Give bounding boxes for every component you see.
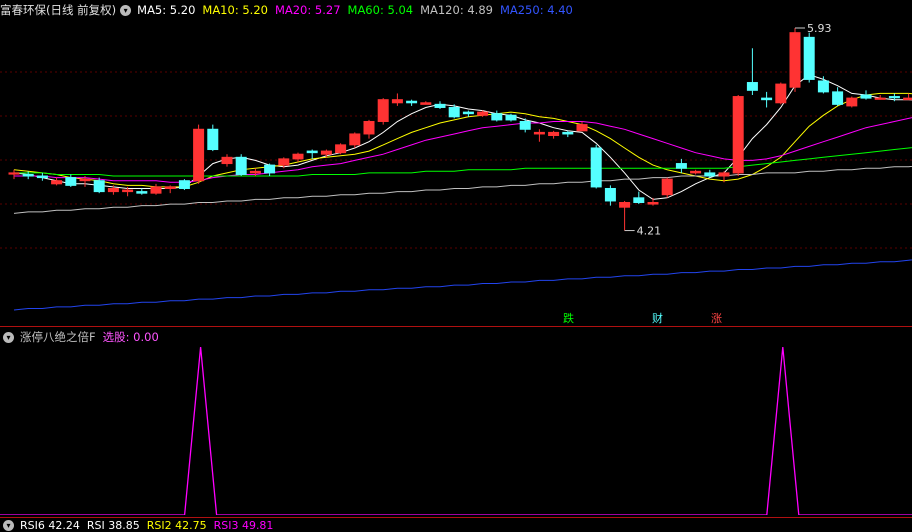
sub-indicator-name: 涨停八绝之倍F: [20, 330, 96, 344]
candle: [817, 76, 829, 94]
low-price-label: 4.21: [637, 225, 662, 238]
candle: [661, 177, 673, 198]
candle: [846, 96, 858, 108]
stock-name: 富春环保: [0, 3, 46, 17]
candle: [221, 154, 233, 167]
candle: [491, 110, 503, 122]
rsi-label: RSI 38.85: [86, 518, 140, 532]
candle: [434, 101, 446, 110]
chevron-down-icon[interactable]: ▾: [3, 331, 14, 343]
candle: [860, 90, 872, 100]
candle: [690, 169, 702, 175]
chevron-down-icon[interactable]: ▾: [120, 4, 132, 16]
candle: [363, 119, 375, 139]
ma-label: MA20: 5.27: [274, 3, 341, 17]
candle: [505, 113, 517, 122]
ma-label: MA120: 4.89: [420, 3, 493, 17]
ma-line-ma120: [13, 165, 912, 214]
marker-fall: 跌: [563, 312, 574, 325]
candle: [207, 124, 219, 152]
candle: [548, 130, 560, 139]
candle: [562, 130, 574, 138]
candle: [732, 95, 744, 177]
stock-chart-window: 富春环保 (日线 前复权) ▾ MA5: 5.20 MA10: 5.20 MA20:…: [0, 0, 912, 532]
candle: [178, 179, 190, 191]
ma-label: MA250: 4.40: [499, 3, 573, 17]
candle: [903, 93, 912, 101]
main-panel-header: 富春环保 (日线 前复权) ▾ MA5: 5.20 MA10: 5.20 MA20:…: [0, 0, 580, 20]
candle: [320, 149, 332, 158]
candle: [51, 177, 63, 186]
candle: [391, 93, 403, 106]
candle: [150, 183, 162, 195]
ma-line-ma20: [14, 117, 912, 183]
rsi-label: RSI6 42.24: [20, 518, 80, 532]
candlestick-chart[interactable]: 5.93 4.21: [0, 20, 912, 326]
candle: [136, 188, 148, 195]
candle: [292, 152, 304, 162]
candle: [675, 158, 687, 173]
sub-panel-header: ▾ 涨停八绝之倍F 选股: 0.00: [0, 327, 166, 347]
ma-line-ma250: [13, 259, 912, 311]
ma-legend: MA5: 5.20 MA10: 5.20 MA20: 5.27 MA60: 5.04 M…: [137, 3, 580, 17]
candle: [36, 172, 48, 181]
rsi-label: RSI3 49.81: [213, 518, 274, 532]
candle: [193, 124, 205, 184]
candle: [789, 28, 801, 92]
candle: [164, 185, 176, 194]
candle: [775, 82, 787, 105]
candle: [406, 99, 418, 106]
marker-rise: 涨: [711, 312, 722, 325]
candle: [8, 169, 20, 180]
candle: [590, 144, 602, 189]
candle: [349, 132, 361, 148]
high-price-label: 5.93: [807, 22, 832, 35]
candle: [533, 129, 545, 142]
ma-label: MA5: 5.20: [137, 3, 196, 17]
candle: [306, 149, 318, 159]
candle: [420, 101, 432, 105]
marker-finance: 财: [652, 312, 663, 325]
candle: [633, 191, 645, 205]
ma-line-ma60: [14, 147, 912, 177]
candle: [264, 163, 276, 177]
candle: [576, 121, 588, 132]
candle: [832, 87, 844, 106]
signal-indicator-chart[interactable]: [0, 345, 912, 515]
candle: [604, 185, 616, 206]
candle: [235, 154, 247, 177]
candle: [335, 143, 347, 155]
candle: [803, 32, 815, 83]
period-label: (日线 前复权): [46, 3, 117, 17]
ma-label: MA60: 5.04: [347, 3, 414, 17]
signal-line: [0, 346, 912, 515]
rsi-label: RSI2 42.75: [146, 518, 207, 532]
candle: [377, 98, 389, 125]
ma-label: MA10: 5.20: [202, 3, 268, 17]
candle: [761, 91, 773, 108]
bottom-panel-header: ▾ RSI6 42.24 RSI 38.85 RSI2 42.75 RSI3 49.8…: [0, 518, 280, 532]
sub-indicator-value: 选股: 0.00: [102, 330, 159, 344]
candle: [704, 169, 716, 178]
chevron-down-icon[interactable]: ▾: [3, 519, 14, 531]
candle: [619, 200, 631, 231]
